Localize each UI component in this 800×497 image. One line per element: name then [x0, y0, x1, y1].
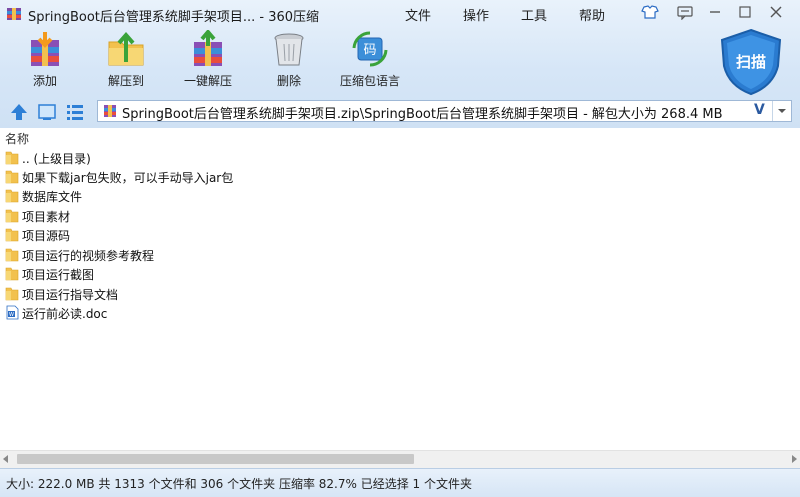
- status-bar: 大小: 222.0 MB 共 1313 个文件和 306 个文件夹 压缩率 82…: [0, 468, 800, 497]
- item-name: 项目运行截图: [22, 268, 95, 282]
- scroll-right-icon[interactable]: [792, 455, 797, 463]
- list-item[interactable]: W 运行前必读.doc: [0, 303, 800, 322]
- column-name-header[interactable]: 名称: [5, 130, 29, 147]
- add-button[interactable]: 添加: [5, 30, 85, 96]
- item-name: 数据库文件: [22, 190, 83, 204]
- list-view-icon[interactable]: [64, 101, 86, 123]
- title-bar: SpringBoot后台管理系统脚手架项目... - 360压缩 文件 操作 工…: [0, 0, 800, 28]
- list-item[interactable]: 项目源码: [0, 225, 800, 244]
- one-click-extract-label: 一键解压: [183, 74, 232, 88]
- archive-language-button[interactable]: 码 压缩包语言: [330, 30, 410, 96]
- list-item[interactable]: 项目运行指导文档: [0, 284, 800, 303]
- list-item[interactable]: 项目素材: [0, 206, 800, 225]
- add-label: 添加: [32, 74, 57, 88]
- folder-icon: [5, 267, 19, 281]
- app-logo-icon: [7, 8, 21, 20]
- one-click-extract-button[interactable]: 一键解压: [168, 30, 248, 96]
- folder-icon: [5, 228, 19, 242]
- list-item[interactable]: 项目运行的视频参考教程: [0, 245, 800, 264]
- item-name: .. (上级目录): [22, 152, 91, 166]
- menu-tools[interactable]: 工具: [521, 5, 547, 24]
- folder-icon: [5, 151, 19, 165]
- shield-icon: 扫描: [720, 28, 782, 96]
- word-document-icon: W: [6, 305, 19, 320]
- list-item[interactable]: .. (上级目录): [0, 148, 800, 167]
- item-name: 如果下载jar包失败，可以手动导入jar包: [22, 171, 234, 185]
- scroll-left-icon[interactable]: [3, 455, 8, 463]
- item-name: 项目运行的视频参考教程: [22, 249, 155, 263]
- folder-icon: [5, 170, 19, 184]
- close-icon[interactable]: [766, 4, 786, 20]
- scrollbar-thumb[interactable]: [17, 454, 414, 464]
- folder-icon: [5, 248, 19, 262]
- item-name: 项目素材: [22, 210, 71, 224]
- archive-language-label: 压缩包语言: [339, 74, 400, 88]
- scan-button[interactable]: 扫描: [718, 28, 784, 96]
- path-v-icon[interactable]: V: [754, 102, 765, 118]
- list-item[interactable]: 项目运行截图: [0, 264, 800, 283]
- delete-label: 删除: [276, 74, 301, 88]
- chevron-down-icon: [778, 109, 786, 113]
- path-dropdown-button[interactable]: [772, 101, 791, 121]
- trash-icon: [274, 33, 304, 66]
- maximize-icon[interactable]: [735, 4, 755, 20]
- folder-icon: [5, 189, 19, 203]
- thumbnail-view-icon[interactable]: [36, 101, 58, 123]
- item-name: 项目源码: [22, 229, 71, 243]
- up-arrow-icon[interactable]: [8, 101, 30, 123]
- list-item[interactable]: 数据库文件: [0, 186, 800, 205]
- feedback-icon[interactable]: [675, 4, 695, 20]
- extract-to-label: 解压到: [107, 74, 144, 88]
- delete-button[interactable]: 删除: [249, 30, 329, 96]
- archive-icon: [104, 105, 116, 117]
- path-bar[interactable]: SpringBoot后台管理系统脚手架项目.zip\SpringBoot后台管理…: [97, 100, 792, 122]
- item-name: 运行前必读.doc: [22, 307, 108, 321]
- extract-folder-icon: [108, 31, 144, 66]
- extract-to-button[interactable]: 解压到: [86, 30, 166, 96]
- path-text: SpringBoot后台管理系统脚手架项目.zip\SpringBoot后台管理…: [122, 107, 723, 122]
- toolbar: 添加 解压到 一键解压 删除 码 压缩包语言: [0, 28, 800, 98]
- svg-text:W: W: [9, 312, 14, 318]
- status-text: 大小: 222.0 MB 共 1313 个文件和 306 个文件夹 压缩率 82…: [6, 477, 472, 491]
- horizontal-scrollbar[interactable]: [0, 450, 800, 468]
- file-list[interactable]: 名称 .. (上级目录) 如果下载jar包失败，可以手动导入jar包 数据库文件…: [0, 128, 800, 450]
- skin-icon[interactable]: [640, 4, 660, 20]
- one-click-extract-icon: [194, 30, 222, 66]
- add-archive-icon: [31, 32, 59, 66]
- window-title: SpringBoot后台管理系统脚手架项目... - 360压缩: [28, 10, 320, 25]
- minimize-icon[interactable]: [705, 4, 725, 20]
- folder-icon: [5, 287, 19, 301]
- menu-help[interactable]: 帮助: [579, 5, 605, 24]
- scan-label: 扫描: [736, 53, 766, 71]
- menu-file[interactable]: 文件: [405, 5, 431, 24]
- menu-operate[interactable]: 操作: [463, 5, 489, 24]
- list-item[interactable]: 如果下载jar包失败，可以手动导入jar包: [0, 167, 800, 186]
- folder-icon: [5, 209, 19, 223]
- language-code-icon: 码: [352, 31, 388, 67]
- column-header[interactable]: 名称: [0, 129, 800, 147]
- item-name: 项目运行指导文档: [22, 288, 119, 302]
- language-char: 码: [363, 43, 376, 58]
